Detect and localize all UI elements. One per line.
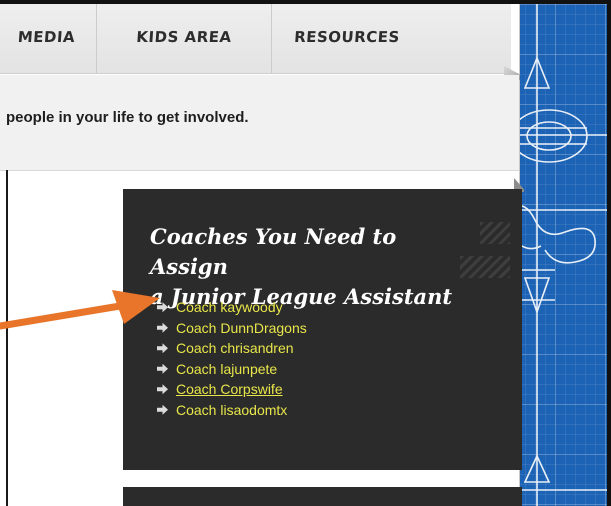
second-panel [123,487,522,506]
nav-kids-area[interactable]: KIDS AREA [94,0,273,74]
nav-media[interactable]: MEDIA [0,0,98,74]
coach-link-chrisandren[interactable]: Coach chrisandren [176,340,294,356]
coach-link-kaywoody[interactable]: Coach kaywoody [176,299,283,315]
main-nav: MEDIA KIDS AREA RESOURCES [0,0,511,74]
frame-border-right [607,0,611,506]
panel-title-line1: Coaches You Need to Assign [150,224,397,279]
list-item: Coach lajunpete [157,359,307,380]
arrow-right-icon [157,363,168,374]
nav-resources[interactable]: RESOURCES [269,0,424,74]
arrow-right-icon [157,404,168,415]
arrow-right-icon [157,343,168,354]
coach-link-dunndragons[interactable]: Coach DunnDragons [176,320,307,336]
coach-link-lisaodomtx[interactable]: Coach lisaodomtx [176,402,287,418]
list-item: Coach lisaodomtx [157,400,307,421]
frame-border-top [0,0,611,4]
annotation-arrow-icon [0,290,160,330]
intro-text: people in your life to get involved. [6,109,249,126]
hatch-decoration [480,222,510,244]
coach-link-lajunpete[interactable]: Coach lajunpete [176,361,277,377]
arrow-right-icon [157,384,168,395]
list-item: Coach chrisandren [157,338,307,359]
coach-link-corpswife[interactable]: Coach Corpswife [176,381,283,397]
list-item: Coach Corpswife [157,379,307,400]
